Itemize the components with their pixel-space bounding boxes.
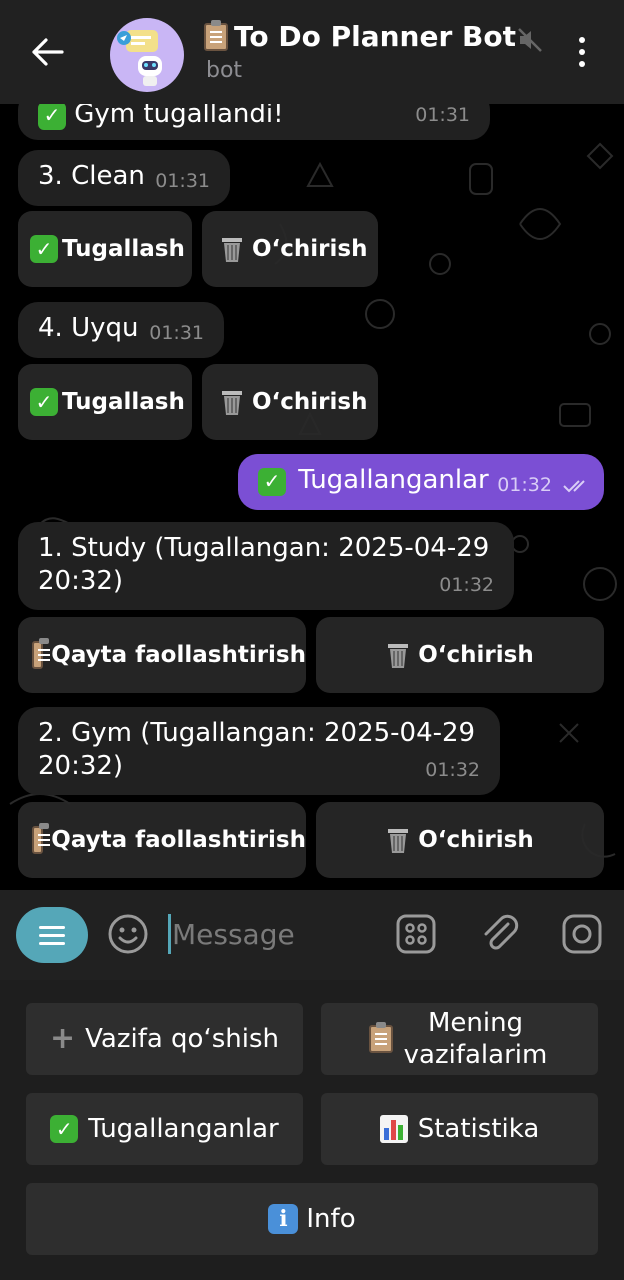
reactivate-task-label: Qayta faollashtirish <box>51 827 306 853</box>
trash-icon <box>388 644 409 668</box>
message-text: Tugallanganlar <box>298 465 489 495</box>
my-tasks-label: Mening vazifalarim <box>403 1008 548 1070</box>
delete-task-button[interactable]: O‘chirish <box>202 211 378 287</box>
message-bubble[interactable]: 1. Study (Tugallangan: 2025-04-29 20:32)… <box>18 522 514 610</box>
message-text: 3. Clean <box>38 161 145 191</box>
message-bubble[interactable]: 3. Clean 01:31 <box>18 150 230 206</box>
message-bubble[interactable]: 4. Uyqu 01:31 <box>18 302 224 358</box>
completed-tasks-label: Tugallanganlar <box>88 1114 279 1144</box>
trash-icon <box>222 238 242 262</box>
my-tasks-button[interactable]: Mening vazifalarim <box>321 1003 598 1075</box>
message-text: Gym tugallandi! <box>74 104 284 129</box>
add-task-label: Vazifa qo‘shish <box>85 1024 279 1054</box>
bot-menu-button[interactable] <box>16 907 88 963</box>
message-time: 01:32 <box>439 574 494 596</box>
chat-header: To Do Planner Bot bot <box>0 0 624 104</box>
statistics-label: Statistika <box>417 1114 540 1144</box>
bar-chart-icon <box>379 1115 408 1143</box>
info-icon: i <box>268 1204 299 1234</box>
chat-title-text: To Do Planner Bot <box>234 20 516 53</box>
plus-icon: + <box>49 1021 76 1056</box>
double-check-icon <box>563 479 585 492</box>
emoji-icon[interactable] <box>106 912 150 956</box>
delete-task-label: O‘chirish <box>418 827 534 853</box>
trash-icon <box>388 829 409 853</box>
clipboard-icon <box>368 1022 393 1053</box>
reactivate-task-label: Qayta faollashtirish <box>51 642 306 668</box>
check-mark-icon: ✓ <box>30 235 58 263</box>
message-time: 01:32 <box>497 469 592 502</box>
complete-task-label: Tugallash <box>62 236 185 262</box>
delete-task-label: O‘chirish <box>418 642 534 668</box>
clipboard-icon <box>32 823 51 854</box>
info-button[interactable]: i Info <box>26 1183 598 1255</box>
message-input[interactable] <box>172 914 372 954</box>
message-time: 01:32 <box>425 759 480 781</box>
back-arrow-icon[interactable] <box>26 30 70 74</box>
message-text: 2. Gym (Tugallangan: 2025-04-29 20:32) <box>38 718 476 781</box>
complete-task-label: Tugallash <box>62 389 185 415</box>
delete-task-label: O‘chirish <box>252 389 368 415</box>
message-time: 01:31 <box>149 322 204 344</box>
complete-task-button[interactable]: ✓ Tugallash <box>18 364 192 440</box>
clipboard-icon <box>204 19 228 51</box>
chat-area[interactable]: ✓ Gym tugallandi! 01:31 3. Clean 01:31 ✓… <box>0 104 624 890</box>
delete-task-label: O‘chirish <box>252 236 368 262</box>
message-text: 1. Study (Tugallangan: 2025-04-29 20:32) <box>38 533 490 596</box>
check-mark-icon: ✓ <box>38 104 66 130</box>
add-task-button[interactable]: + Vazifa qo‘shish <box>26 1003 303 1075</box>
chat-subtitle: bot <box>206 58 243 83</box>
message-bubble[interactable]: ✓ Gym tugallandi! 01:31 <box>18 104 490 140</box>
completed-tasks-button[interactable]: ✓ Tugallanganlar <box>26 1093 303 1165</box>
delete-task-button[interactable]: O‘chirish <box>316 617 604 693</box>
message-time: 01:31 <box>155 170 210 192</box>
clipboard-icon <box>32 638 51 669</box>
info-label: Info <box>306 1204 356 1234</box>
more-options-icon[interactable] <box>566 30 598 74</box>
complete-task-button[interactable]: ✓ Tugallash <box>18 211 192 287</box>
check-mark-icon: ✓ <box>50 1115 79 1143</box>
bot-avatar[interactable] <box>110 18 184 92</box>
text-cursor <box>168 914 171 954</box>
message-input-bar <box>0 890 624 980</box>
chat-title[interactable]: To Do Planner Bot <box>204 19 516 53</box>
bot-apps-icon[interactable] <box>394 912 438 956</box>
camera-icon[interactable] <box>560 912 604 956</box>
outgoing-message-bubble[interactable]: ✓ Tugallanganlar 01:32 <box>238 454 604 510</box>
reactivate-task-button[interactable]: Qayta faollashtirish <box>18 802 306 878</box>
trash-icon <box>222 391 242 415</box>
message-text: 4. Uyqu <box>38 313 139 343</box>
check-mark-icon: ✓ <box>258 467 286 496</box>
reply-keyboard: + Vazifa qo‘shish Mening vazifalarim ✓ T… <box>0 980 624 1280</box>
statistics-button[interactable]: Statistika <box>321 1093 598 1165</box>
mute-icon <box>518 28 542 52</box>
check-mark-icon: ✓ <box>30 388 58 416</box>
attach-icon[interactable] <box>478 912 522 956</box>
message-time: 01:31 <box>415 104 470 126</box>
message-bubble[interactable]: 2. Gym (Tugallangan: 2025-04-29 20:32) 0… <box>18 707 500 795</box>
delete-task-button[interactable]: O‘chirish <box>316 802 604 878</box>
reactivate-task-button[interactable]: Qayta faollashtirish <box>18 617 306 693</box>
delete-task-button[interactable]: O‘chirish <box>202 364 378 440</box>
